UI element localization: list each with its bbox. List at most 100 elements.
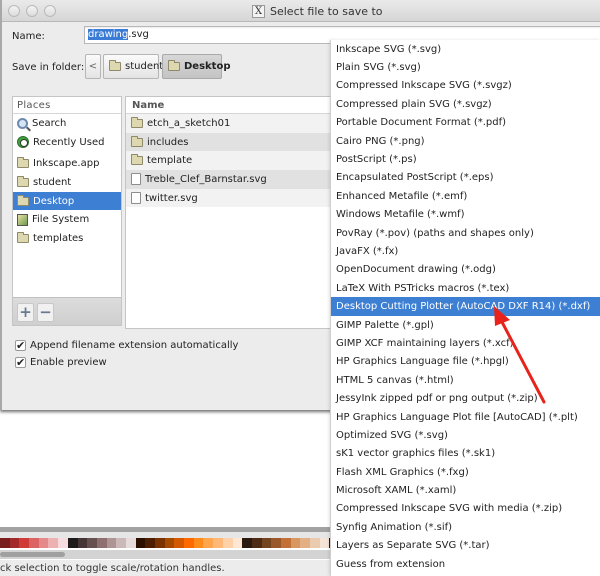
minimize-window-button[interactable] (26, 5, 38, 17)
palette-swatch[interactable] (290, 538, 301, 548)
place-item-templates[interactable]: templates (13, 229, 121, 248)
palette-swatch[interactable] (193, 538, 204, 548)
file-type-option[interactable]: Microsoft XAML (*.xaml) (331, 481, 600, 499)
palette-swatch[interactable] (232, 538, 243, 548)
palette-swatch[interactable] (242, 538, 252, 548)
palette-swatch[interactable] (77, 538, 88, 548)
file-type-option[interactable]: Encapsulated PostScript (*.eps) (331, 169, 600, 187)
file-type-option[interactable]: JavaFX (*.fx) (331, 242, 600, 260)
place-item-desktop[interactable]: Desktop (13, 191, 121, 211)
palette-swatch[interactable] (164, 538, 175, 548)
zoom-window-button[interactable] (44, 5, 56, 17)
palette-swatch[interactable] (67, 538, 78, 548)
palette-swatch[interactable] (319, 538, 330, 548)
file-row[interactable]: Treble_Clef_Barnstar.svg (126, 170, 337, 189)
palette-swatch[interactable] (19, 538, 30, 548)
place-item-student[interactable]: student (13, 173, 121, 192)
path-button-desktop[interactable]: Desktop (162, 54, 231, 79)
palette-scrollbar-thumb[interactable] (0, 552, 65, 557)
file-type-option[interactable]: Guess from extension (331, 555, 600, 573)
places-header[interactable]: Places (13, 97, 121, 114)
palette-swatch[interactable] (29, 538, 39, 548)
palette-swatch[interactable] (106, 538, 117, 548)
file-type-option[interactable]: Compressed plain SVG (*.svgz) (331, 95, 600, 113)
file-type-option[interactable]: Cairo PNG (*.png) (331, 132, 600, 150)
file-type-option[interactable]: Optimized SVG (*.svg) (331, 426, 600, 444)
place-item-recently-used[interactable]: Recently Used (13, 133, 121, 152)
place-item-inkscape-app[interactable]: Inkscape.app (13, 154, 121, 173)
append-extension-checkbox[interactable]: ✔ (15, 340, 26, 351)
file-row[interactable]: template (126, 151, 337, 171)
file-type-option[interactable]: Portable Document Format (*.pdf) (331, 114, 600, 132)
append-extension-option[interactable]: ✔ Append filename extension automaticall… (15, 340, 238, 351)
palette-swatch[interactable] (125, 538, 136, 548)
file-icon (131, 192, 141, 205)
palette-swatch[interactable] (222, 538, 233, 548)
palette-swatch[interactable] (261, 538, 272, 548)
palette-swatch[interactable] (251, 538, 262, 548)
file-type-option[interactable]: GIMP Palette (*.gpl) (331, 316, 600, 334)
place-item-label: Recently Used (33, 136, 105, 148)
palette-swatch[interactable] (155, 538, 165, 548)
status-bar-text: ck selection to toggle scale/rotation ha… (0, 560, 330, 576)
file-type-option[interactable]: PostScript (*.ps) (331, 150, 600, 168)
palette-swatch[interactable] (96, 538, 107, 548)
palette-swatch[interactable] (213, 538, 223, 548)
file-type-option[interactable]: Desktop Cutting Plotter (AutoCAD DXF R14… (331, 297, 600, 316)
palette-swatch[interactable] (271, 538, 281, 548)
palette-swatch[interactable] (48, 538, 59, 548)
file-type-option[interactable]: HP Graphics Language file (*.hpgl) (331, 353, 600, 371)
palette-swatch[interactable] (174, 538, 185, 548)
file-type-option[interactable]: LaTeX With PSTricks macros (*.tex) (331, 279, 600, 297)
color-palette[interactable] (0, 538, 340, 548)
place-item-file-system[interactable]: File System (13, 210, 121, 229)
palette-swatch[interactable] (38, 538, 49, 548)
palette-swatch[interactable] (0, 538, 10, 548)
file-row[interactable]: etch_a_sketch01 (126, 114, 337, 133)
file-type-option[interactable]: Compressed Inkscape SVG with media (*.zi… (331, 500, 600, 518)
palette-swatch[interactable] (310, 538, 320, 548)
place-item-search[interactable]: Search (13, 114, 121, 133)
palette-swatch[interactable] (87, 538, 97, 548)
palette-swatch[interactable] (9, 538, 20, 548)
palette-swatch[interactable] (58, 538, 68, 548)
palette-swatch[interactable] (300, 538, 310, 548)
path-back-button[interactable]: < (85, 54, 101, 79)
column-header-name[interactable]: Name (126, 97, 337, 114)
enable-preview-option[interactable]: ✔ Enable preview (15, 357, 107, 368)
palette-swatch[interactable] (184, 538, 194, 548)
file-type-option[interactable]: HTML 5 canvas (*.html) (331, 371, 600, 389)
file-type-dropdown-list[interactable]: Inkscape SVG (*.svg) Plain SVG (*.svg) Com… (330, 40, 600, 576)
enable-preview-checkbox[interactable]: ✔ (15, 357, 26, 368)
file-type-option[interactable]: Compressed Inkscape SVG (*.svgz) (331, 77, 600, 95)
path-button-student[interactable]: student (103, 54, 163, 79)
file-type-option[interactable]: GIMP XCF maintaining layers (*.xcf) (331, 334, 600, 352)
append-extension-label: Append filename extension automatically (30, 340, 239, 351)
file-row[interactable]: twitter.svg (126, 188, 337, 208)
file-type-option[interactable]: Enhanced Metafile (*.emf) (331, 187, 600, 205)
file-type-option[interactable]: HP Graphics Language Plot file [AutoCAD]… (331, 408, 600, 426)
remove-bookmark-button[interactable]: − (37, 303, 54, 322)
file-row[interactable]: includes (126, 132, 337, 152)
place-item-label: Search (32, 117, 67, 129)
add-bookmark-button[interactable]: + (17, 303, 34, 322)
file-type-option[interactable]: JessyInk zipped pdf or png output (*.zip… (331, 389, 600, 407)
folder-icon (17, 157, 29, 169)
file-type-option[interactable]: Synfig Animation (*.sif) (331, 518, 600, 536)
place-item-label: Desktop (33, 195, 75, 207)
file-type-option[interactable]: PovRay (*.pov) (paths and shapes only) (331, 224, 600, 242)
palette-swatch[interactable] (145, 538, 155, 548)
file-type-option[interactable]: OpenDocument drawing (*.odg) (331, 261, 600, 279)
palette-swatch[interactable] (280, 538, 291, 548)
palette-swatch[interactable] (116, 538, 126, 548)
palette-swatch[interactable] (203, 538, 214, 548)
path-button-label: student (125, 61, 164, 72)
file-type-option[interactable]: Flash XML Graphics (*.fxg) (331, 463, 600, 481)
close-window-button[interactable] (8, 5, 20, 17)
palette-swatch[interactable] (135, 538, 146, 548)
file-type-option[interactable]: Windows Metafile (*.wmf) (331, 206, 600, 224)
file-type-option[interactable]: Inkscape SVG (*.svg) (331, 40, 600, 58)
file-type-option[interactable]: Layers as Separate SVG (*.tar) (331, 537, 600, 555)
file-type-option[interactable]: sK1 vector graphics files (*.sk1) (331, 445, 600, 463)
file-type-option[interactable]: Plain SVG (*.svg) (331, 58, 600, 76)
